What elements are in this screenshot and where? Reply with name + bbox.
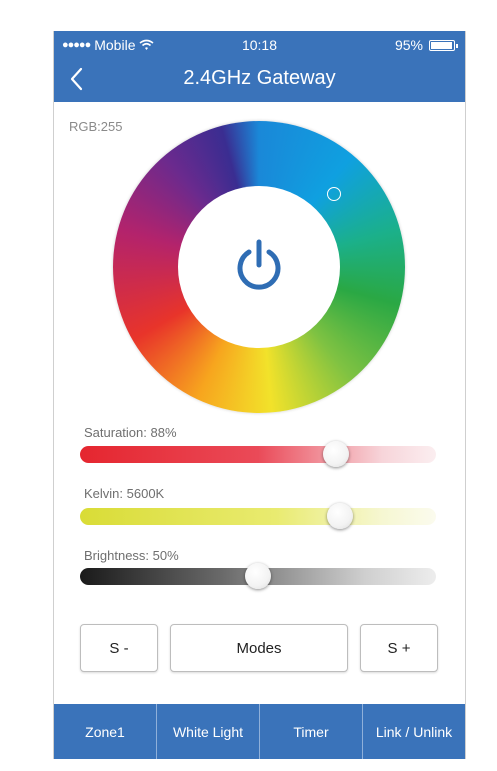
status-left: ●●●●● Mobile <box>62 37 154 53</box>
battery-tip <box>456 43 458 48</box>
saturation-slider[interactable] <box>80 441 436 467</box>
color-wheel[interactable] <box>113 121 405 413</box>
bottom-tab-bar: Zone1 White Light Timer Link / Unlink <box>54 704 465 759</box>
power-button[interactable] <box>234 238 284 294</box>
kelvin-slider[interactable] <box>80 503 436 529</box>
app-screen: ●●●●● Mobile 10:18 95% 2.4GHz Gateway RG… <box>53 31 466 759</box>
color-wheel-center <box>178 186 340 348</box>
saturation-slider-thumb[interactable] <box>323 441 350 467</box>
saturation-minus-button[interactable]: S - <box>80 624 158 672</box>
tab-zone1[interactable]: Zone1 <box>54 704 157 759</box>
tab-white-light[interactable]: White Light <box>157 704 260 759</box>
brightness-slider[interactable] <box>80 563 436 589</box>
tab-timer[interactable]: Timer <box>260 704 363 759</box>
saturation-plus-button[interactable]: S + <box>360 624 438 672</box>
tab-link-unlink[interactable]: Link / Unlink <box>363 704 465 759</box>
saturation-label: Saturation: 88% <box>84 425 177 440</box>
brightness-slider-thumb[interactable] <box>245 563 271 589</box>
rgb-value-label: RGB:255 <box>69 119 123 134</box>
battery-icon <box>429 39 458 51</box>
kelvin-label: Kelvin: 5600K <box>84 486 165 501</box>
kelvin-slider-thumb[interactable] <box>326 503 353 529</box>
color-picker-handle[interactable] <box>327 187 341 201</box>
carrier-name: Mobile <box>94 37 136 53</box>
wifi-icon <box>139 39 154 50</box>
signal-strength: ●●●●● <box>62 39 91 51</box>
status-right: 95% <box>394 37 458 53</box>
chevron-left-icon <box>70 67 83 91</box>
battery-fill <box>431 41 452 49</box>
back-button[interactable] <box>66 65 90 93</box>
page-title: 2.4GHz Gateway <box>183 67 336 89</box>
modes-button[interactable]: Modes <box>170 624 348 672</box>
app-header: ●●●●● Mobile 10:18 95% 2.4GHz Gateway <box>54 31 465 102</box>
brightness-label: Brightness: 50% <box>84 548 179 563</box>
battery-percent: 95% <box>394 37 423 53</box>
power-icon <box>237 239 281 290</box>
status-bar: ●●●●● Mobile 10:18 95% <box>54 31 465 57</box>
